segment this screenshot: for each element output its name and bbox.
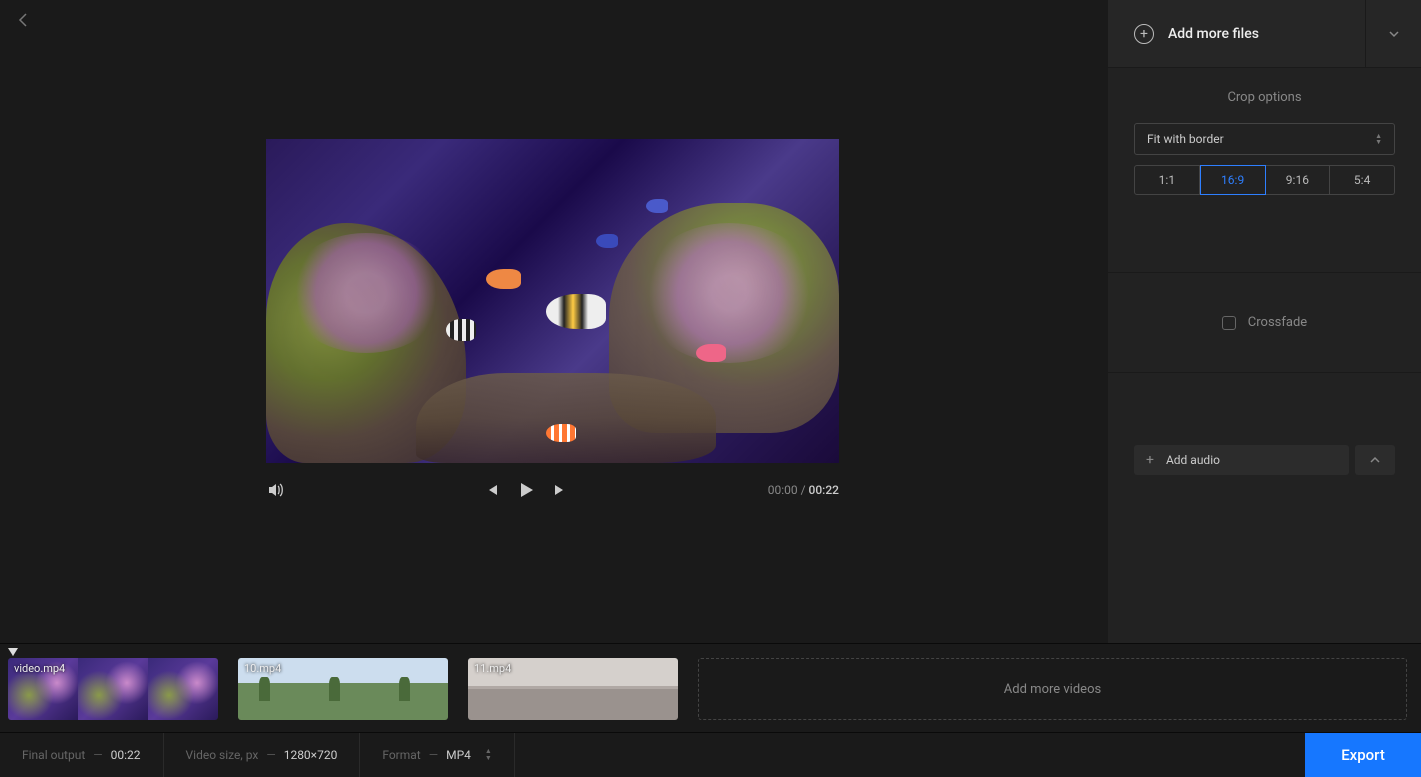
ratio-1-1[interactable]: 1:1: [1134, 165, 1200, 195]
stepper-icon: ▲▼: [485, 748, 492, 762]
timeline-clip[interactable]: 11.mp4: [468, 658, 678, 720]
prev-button[interactable]: [485, 483, 499, 497]
add-files-dropdown[interactable]: [1365, 0, 1421, 67]
export-label: Export: [1341, 746, 1385, 764]
add-audio-collapse[interactable]: [1355, 445, 1395, 475]
timeline-clip[interactable]: video.mp4: [8, 658, 218, 720]
format-select[interactable]: Format — MP4 ▲▼: [360, 733, 515, 777]
preview-area: 00:00 / 00:22: [0, 0, 1108, 643]
plus-icon: +: [1134, 24, 1154, 44]
clip-label: 10.mp4: [244, 662, 281, 675]
current-time: 00:00: [768, 483, 798, 497]
video-size-cell: Video size, px — 1280×720: [164, 733, 361, 777]
volume-icon[interactable]: [266, 481, 284, 499]
ratio-5-4[interactable]: 5:4: [1330, 165, 1395, 195]
add-files-label: Add more files: [1168, 26, 1259, 42]
playhead[interactable]: [8, 648, 18, 656]
video-preview[interactable]: [266, 139, 839, 463]
clip-label: 11.mp4: [474, 662, 511, 675]
crossfade-label: Crossfade: [1248, 315, 1307, 330]
time-display: 00:00 / 00:22: [768, 483, 839, 497]
crop-options-title: Crop options: [1134, 90, 1395, 105]
plus-icon: +: [1146, 452, 1154, 468]
crop-mode-value: Fit with border: [1147, 132, 1224, 146]
crop-mode-select[interactable]: Fit with border ▲▼: [1134, 123, 1395, 155]
footer: Final output — 00:22 Video size, px — 12…: [0, 733, 1421, 777]
play-button[interactable]: [517, 481, 535, 499]
sidebar: + Add more files Crop options Fit with b…: [1108, 0, 1421, 643]
clip-label: video.mp4: [14, 662, 65, 675]
final-output-cell: Final output — 00:22: [0, 733, 164, 777]
timeline-clip[interactable]: 10.mp4: [238, 658, 448, 720]
total-time: 00:22: [809, 483, 839, 497]
next-button[interactable]: [553, 483, 567, 497]
add-audio-button[interactable]: + Add audio: [1134, 445, 1349, 475]
select-icon: ▲▼: [1375, 133, 1382, 145]
ratio-16-9[interactable]: 16:9: [1200, 165, 1266, 195]
crossfade-checkbox[interactable]: [1222, 316, 1236, 330]
ratio-9-16[interactable]: 9:16: [1266, 165, 1331, 195]
add-more-files-button[interactable]: + Add more files: [1108, 0, 1365, 67]
aspect-ratio-group: 1:1 16:9 9:16 5:4: [1134, 165, 1395, 195]
timeline[interactable]: video.mp4 10.mp4 11.mp4 Add more videos: [0, 643, 1421, 733]
back-button[interactable]: [18, 12, 28, 28]
add-more-videos-button[interactable]: Add more videos: [698, 658, 1407, 720]
add-more-videos-label: Add more videos: [1004, 682, 1101, 697]
export-button[interactable]: Export: [1305, 733, 1421, 777]
add-audio-label: Add audio: [1166, 453, 1220, 467]
